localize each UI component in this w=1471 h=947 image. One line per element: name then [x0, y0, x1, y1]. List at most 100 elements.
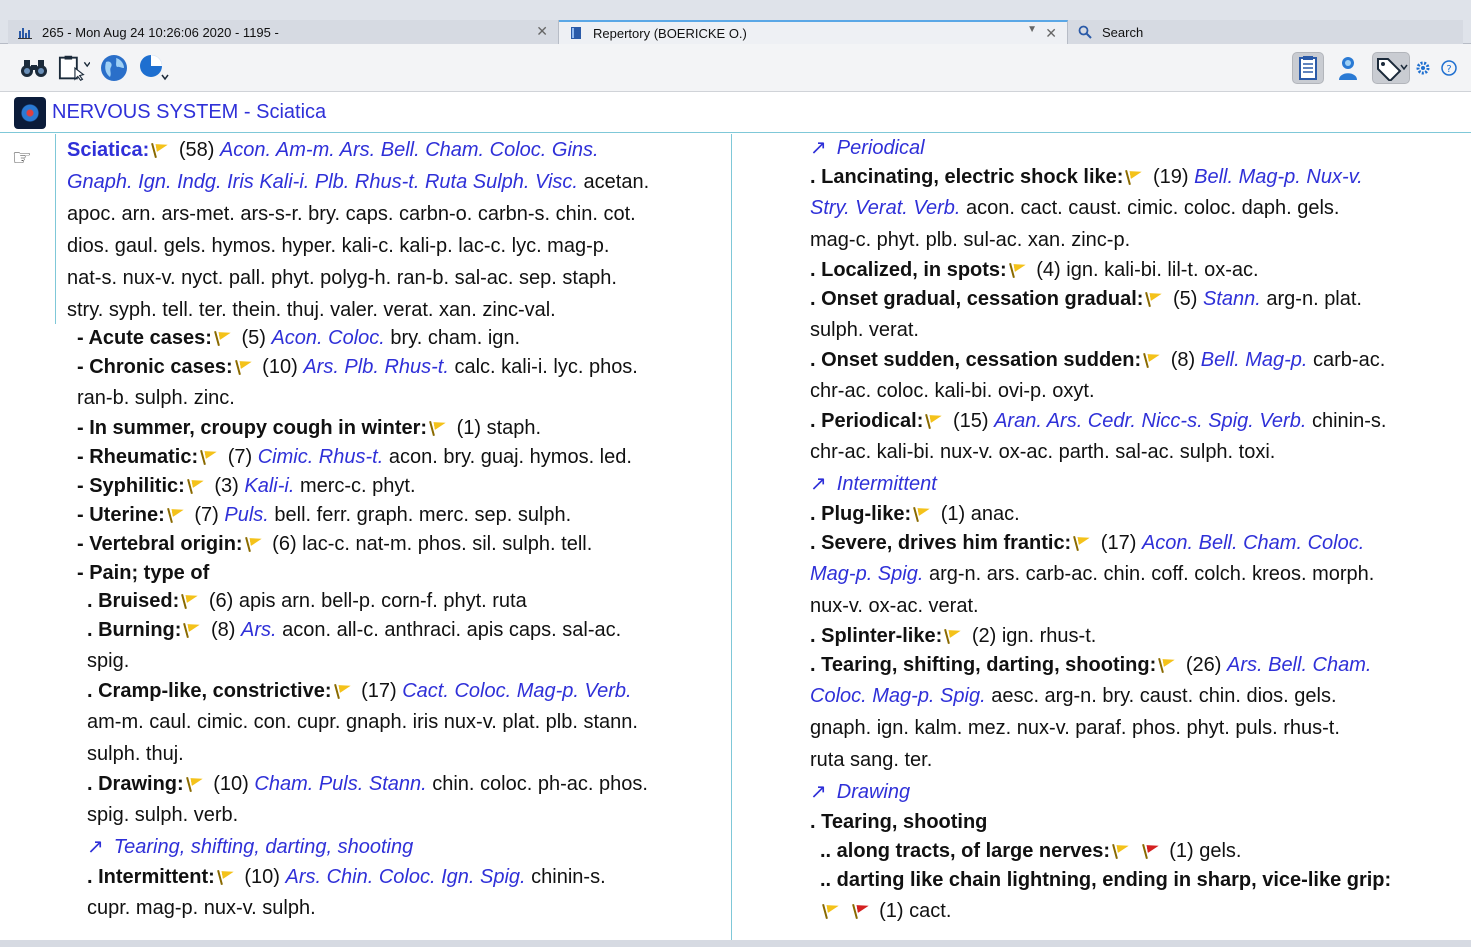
- xref-periodical[interactable]: ↗ Periodical: [810, 134, 1391, 163]
- flag-icon[interactable]: [186, 776, 204, 792]
- tab-search[interactable]: Search: [1068, 20, 1463, 44]
- rubric-uterine[interactable]: - Uterine: (7) Puls. bell. ferr. graph. …: [77, 501, 638, 530]
- tag-icon[interactable]: [1372, 52, 1410, 84]
- globe-icon[interactable]: [98, 52, 130, 84]
- flag-icon[interactable]: [200, 449, 218, 465]
- rubric-onset-sudden[interactable]: . Onset sudden, cessation sudden: (8) Be…: [810, 346, 1391, 375]
- flag-icon[interactable]: [1112, 843, 1130, 859]
- chevron-down-icon[interactable]: ▼: [1027, 24, 1037, 35]
- flag-icon[interactable]: [822, 903, 840, 919]
- rubric-severe-cont[interactable]: Mag-p. Spig. arg-n. ars. carb-ac. chin. …: [810, 558, 1391, 590]
- remedies[interactable]: Acon. Am-m. Ars. Bell. Cham. Coloc. Gins…: [220, 139, 599, 161]
- rubric-intermittent[interactable]: . Intermittent: (10) Ars. Chin. Coloc. I…: [87, 863, 648, 892]
- flag-icon[interactable]: [913, 506, 931, 522]
- rubric-onset-sudden-cont[interactable]: chr-ac. coloc. kali-bi. ovi-p. oxyt.: [810, 375, 1391, 407]
- rubric-cramp-cont[interactable]: sulph. thuj.: [87, 738, 648, 770]
- xref-intermittent[interactable]: ↗ Intermittent: [810, 468, 1391, 500]
- flag-icon[interactable]: [187, 478, 205, 494]
- pointing-hand-icon: ☞: [12, 145, 32, 170]
- remedies[interactable]: acetan.: [578, 171, 650, 193]
- rubric-sciatica[interactable]: Sciatica: (58) Acon. Am-m. Ars. Bell. Ch…: [67, 134, 649, 326]
- rubric-label[interactable]: Sciatica:: [67, 139, 149, 161]
- remedies[interactable]: Gnaph. Ign. Indg. Iris Kali-i. Plb. Rhus…: [67, 171, 578, 193]
- pie-chart-icon[interactable]: [138, 52, 170, 84]
- rubric-chronic-cont[interactable]: ran-b. sulph. zinc.: [77, 382, 638, 414]
- rubric-bruised[interactable]: . Bruised: (6) apis arn. bell-p. corn-f.…: [87, 587, 648, 616]
- flag-icon[interactable]: [1145, 291, 1163, 307]
- rubric-periodical[interactable]: . Periodical: (15) Aran. Ars. Cedr. Nicc…: [810, 407, 1391, 436]
- remedies[interactable]: dios. gaul. gels. hymos. hyper. kali-c. …: [67, 230, 649, 262]
- flag-icon[interactable]: [214, 330, 232, 346]
- rubric-lancinating[interactable]: . Lancinating, electric shock like: (19)…: [810, 163, 1391, 192]
- flag-icon[interactable]: [944, 628, 962, 644]
- rubric-onset-gradual[interactable]: . Onset gradual, cessation gradual: (5) …: [810, 285, 1391, 314]
- tab-repertory[interactable]: Repertory (BOERICKE O.) ▼ ✕: [559, 20, 1068, 44]
- red-flag-icon[interactable]: [852, 903, 870, 919]
- flag-icon[interactable]: [925, 413, 943, 429]
- xref-tearing[interactable]: ↗ Tearing, shifting, darting, shooting: [87, 831, 648, 863]
- page-title: NERVOUS SYSTEM - Sciatica: [52, 101, 327, 123]
- close-icon[interactable]: ✕: [536, 23, 548, 40]
- rubric-syphilitic[interactable]: - Syphilitic: (3) Kali-i. merc-c. phyt.: [77, 472, 638, 501]
- tab-analysis[interactable]: 265 - Mon Aug 24 10:26:06 2020 - 1195 - …: [8, 20, 559, 44]
- remedies[interactable]: stry. syph. tell. ter. thein. thuj. vale…: [67, 294, 649, 326]
- flag-icon[interactable]: [1125, 169, 1143, 185]
- remedies[interactable]: nat-s. nux-v. nyct. pall. phyt. polyg-h.…: [67, 262, 649, 294]
- rubric-onset-gradual-cont[interactable]: sulph. verat.: [810, 314, 1391, 346]
- rubric-rheumatic[interactable]: - Rheumatic: (7) Cimic. Rhus-t. acon. br…: [77, 443, 638, 472]
- rubric-cramp-cont[interactable]: am-m. caul. cimic. con. cupr. gnaph. iri…: [87, 706, 648, 738]
- rubric-lancinating-cont[interactable]: Stry. Verat. Verb. acon. cact. caust. ci…: [810, 192, 1391, 224]
- rubric-periodical-cont[interactable]: chr-ac. kali-bi. nux-v. ox-ac. parth. sa…: [810, 436, 1391, 468]
- red-flag-icon[interactable]: [1142, 843, 1160, 859]
- flag-icon[interactable]: [1143, 352, 1161, 368]
- rubric-tearing-cont[interactable]: Coloc. Mag-p. Spig. aesc. arg-n. bry. ca…: [810, 680, 1391, 712]
- flag-icon[interactable]: [217, 869, 235, 885]
- rubric-splinter[interactable]: . Splinter-like: (2) ign. rhus-t.: [810, 622, 1391, 651]
- rubric-cramp[interactable]: . Cramp-like, constrictive: (17) Cact. C…: [87, 677, 648, 706]
- notepad-icon[interactable]: [1292, 52, 1324, 84]
- rubric-severe-cont[interactable]: nux-v. ox-ac. verat.: [810, 590, 1391, 622]
- rubric-lancinating-cont[interactable]: mag-c. phyt. plb. sul-ac. xan. zinc-p.: [810, 224, 1391, 256]
- flag-icon[interactable]: [167, 507, 185, 523]
- rubric-burning[interactable]: . Burning: (8) Ars. acon. all-c. anthrac…: [87, 616, 648, 645]
- rubric-tearing-cont[interactable]: gnaph. ign. kalm. mez. nux-v. paraf. pho…: [810, 712, 1391, 744]
- flag-icon[interactable]: [235, 359, 253, 375]
- rubric-tearing-shooting[interactable]: . Tearing, shooting: [810, 808, 1391, 837]
- rubric-drawing[interactable]: . Drawing: (10) Cham. Puls. Stann. chin.…: [87, 770, 648, 799]
- rubric-burning-cont[interactable]: spig.: [87, 645, 648, 677]
- rubric-drawing-cont[interactable]: spig. sulph. verb.: [87, 799, 648, 831]
- flag-icon[interactable]: [1009, 262, 1027, 278]
- rubric-tearing-cont[interactable]: ruta sang. ter.: [810, 744, 1391, 776]
- gear-icon[interactable]: [1412, 52, 1434, 84]
- remedies[interactable]: apoc. arn. ars-met. ars-s-r. bry. caps. …: [67, 198, 649, 230]
- rubric-tearing[interactable]: . Tearing, shifting, darting, shooting: …: [810, 651, 1391, 680]
- rubric-plug-like[interactable]: . Plug-like: (1) anac.: [810, 500, 1391, 529]
- rubric-pain-type[interactable]: - Pain; type of: [77, 559, 638, 588]
- binoculars-icon[interactable]: [18, 52, 50, 84]
- help-icon[interactable]: ?: [1437, 52, 1461, 84]
- rubric-along-tracts[interactable]: .. along tracts, of large nerves: (1) ge…: [810, 837, 1391, 866]
- rubric-darting-lightning[interactable]: .. darting like chain lightning, ending …: [810, 866, 1391, 895]
- cross-reference-arrow-icon: ↗: [810, 137, 827, 159]
- rubric-intermittent-cont[interactable]: cupr. mag-p. nux-v. sulph.: [87, 892, 648, 924]
- cross-reference-arrow-icon: ↗: [87, 836, 104, 858]
- flag-icon[interactable]: [245, 536, 263, 552]
- flag-icon[interactable]: [1158, 657, 1176, 673]
- rubric-vertebral[interactable]: - Vertebral origin: (6) lac-c. nat-m. ph…: [77, 530, 638, 559]
- rubric-summer[interactable]: - In summer, croupy cough in winter: (1)…: [77, 414, 638, 443]
- flag-icon[interactable]: [183, 622, 201, 638]
- rubric-acute[interactable]: - Acute cases: (5) Acon. Coloc. bry. cha…: [77, 324, 638, 353]
- flag-icon[interactable]: [181, 593, 199, 609]
- flag-icon[interactable]: [334, 683, 352, 699]
- rubric-chronic[interactable]: - Chronic cases: (10) Ars. Plb. Rhus-t. …: [77, 353, 638, 382]
- rubric-darting-cont[interactable]: (1) cact.: [810, 895, 1391, 927]
- close-icon[interactable]: ✕: [1045, 25, 1057, 42]
- xref-drawing[interactable]: ↗ Drawing: [810, 776, 1391, 808]
- rubric-severe[interactable]: . Severe, drives him frantic: (17) Acon.…: [810, 529, 1391, 558]
- flag-icon[interactable]: [151, 142, 169, 158]
- flag-icon[interactable]: [1073, 535, 1091, 551]
- flag-icon[interactable]: [429, 420, 447, 436]
- rubric-localized[interactable]: . Localized, in spots: (4) ign. kali-bi.…: [810, 256, 1391, 285]
- clipboard-pointer-icon[interactable]: [58, 52, 90, 84]
- person-icon[interactable]: [1332, 52, 1364, 84]
